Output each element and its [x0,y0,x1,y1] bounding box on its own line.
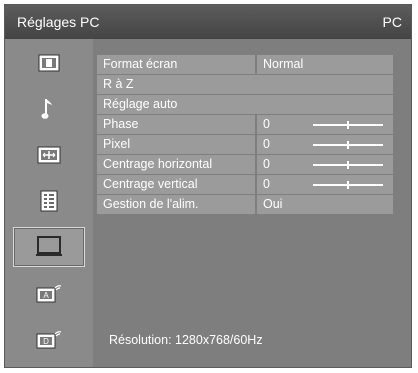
menu-row-label: R à Z [97,75,393,94]
music-note-icon [41,99,54,119]
menu-row-value: 0 [263,137,270,151]
menu-row-centrage-horizontal[interactable]: Centrage horizontal 0 [97,155,393,175]
menu-header: Réglages PC PC [5,5,411,39]
pixel-slider[interactable] [313,141,383,149]
horizontal-centering-slider[interactable] [313,161,383,169]
tv-menu-screen: Réglages PC PC A D Format écran Normal R… [4,4,412,368]
sidebar-item-pc-settings[interactable] [13,227,85,267]
feature-list-icon [40,190,58,212]
pc-monitor-icon [36,236,62,256]
screen-adjust-icon [37,146,61,164]
menu-row-power-management[interactable]: Gestion de l'alim. Oui [97,195,393,215]
vertical-centering-slider[interactable] [313,181,383,189]
menu-row-label: Réglage auto [97,95,393,114]
sidebar-item-sound[interactable] [13,89,85,129]
menu-row-centrage-vertical[interactable]: Centrage vertical 0 [97,175,393,195]
menu-row-value: 0 [263,157,270,171]
picture-icon [38,54,60,72]
menu-row-reset[interactable]: R à Z [97,75,393,95]
sidebar-item-picture[interactable] [13,43,85,83]
resolution-info: Résolution: 1280x768/60Hz [109,333,263,347]
svg-text:A: A [43,291,49,300]
page-title: Réglages PC [17,14,100,30]
sidebar-item-analog-setup[interactable]: A [13,273,85,313]
menu-row-value: 0 [263,117,270,131]
slider-knob[interactable] [347,181,349,189]
menu-row-label: Gestion de l'alim. [97,195,255,214]
menu-row-value-cell: 0 [257,155,393,174]
menu-row-value: 0 [263,177,270,191]
input-source-label: PC [382,14,402,30]
slider-knob[interactable] [347,141,349,149]
sidebar-item-digital-setup[interactable]: D [13,319,85,359]
menu-row-auto-adjust[interactable]: Réglage auto [97,95,393,115]
menu-row-label: Phase [97,115,255,134]
sidebar: A D [5,39,93,367]
menu-row-value-cell: 0 [257,115,393,134]
menu-row-label: Format écran [97,55,255,74]
menu-row-value-cell: 0 [257,135,393,154]
menu-row-label: Centrage vertical [97,175,255,194]
menu-row-value-cell: 0 [257,175,393,194]
phase-slider[interactable] [313,121,383,129]
digital-setup-icon: D [36,331,62,349]
slider-knob[interactable] [347,121,349,129]
sidebar-item-features[interactable] [13,181,85,221]
menu-row-value: Normal [257,55,393,74]
slider-knob[interactable] [347,161,349,169]
menu-row-format-ecran[interactable]: Format écran Normal [97,55,393,75]
menu-row-value: Oui [257,195,393,214]
sidebar-item-screen[interactable] [13,135,85,175]
menu-row-label: Pixel [97,135,255,154]
svg-text:D: D [43,337,49,346]
menu-row-pixel[interactable]: Pixel 0 [97,135,393,155]
menu-row-label: Centrage horizontal [97,155,255,174]
analog-setup-icon: A [36,285,62,303]
menu-row-phase[interactable]: Phase 0 [97,115,393,135]
